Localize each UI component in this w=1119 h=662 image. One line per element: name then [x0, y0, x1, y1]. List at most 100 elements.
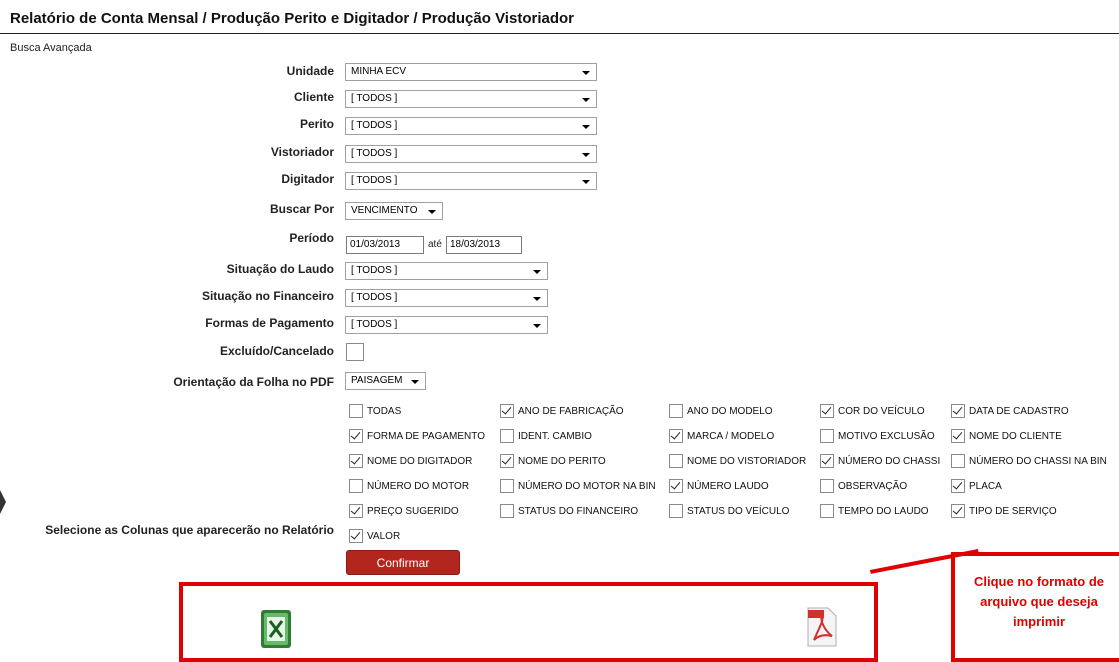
column-option-label: NOME DO VISTORIADOR [687, 456, 807, 467]
column-option-label: ANO DO MODELO [687, 406, 773, 417]
column-option-label: VALOR [367, 531, 401, 542]
confirm-button[interactable]: Confirmar [346, 550, 460, 575]
column-checkbox[interactable] [500, 429, 514, 443]
column-option-label: PREÇO SUGERIDO [367, 506, 459, 517]
excel-file-icon[interactable] [260, 609, 292, 649]
vistoriador-select[interactable]: [ TODOS ] [345, 145, 597, 163]
column-checkbox[interactable] [951, 429, 965, 443]
column-option-label: COR DO VEÍCULO [838, 406, 925, 417]
chevron-down-icon [428, 210, 436, 214]
column-option-label: TEMPO DO LAUDO [838, 506, 929, 517]
column-checkbox[interactable] [669, 429, 683, 443]
column-checkbox[interactable] [951, 404, 965, 418]
situacao-laudo-value: [ TODOS ] [351, 265, 398, 276]
column-checkbox[interactable] [951, 479, 965, 493]
column-checkbox[interactable] [669, 454, 683, 468]
columns-label: Selecione as Colunas que aparecerão no R… [45, 523, 334, 537]
buscar-por-select[interactable]: VENCIMENTO [345, 202, 443, 220]
column-checkbox[interactable] [820, 504, 834, 518]
column-checkbox[interactable] [820, 429, 834, 443]
chevron-down-icon [533, 297, 541, 301]
column-checkbox[interactable] [349, 504, 363, 518]
column-checkbox[interactable] [500, 454, 514, 468]
orientacao-label: Orientação da Folha no PDF [173, 375, 334, 389]
unidade-select[interactable]: MINHA ECV [345, 63, 597, 81]
column-option-label: TIPO DE SERVIÇO [969, 506, 1057, 517]
orientacao-select[interactable]: PAISAGEM [345, 372, 426, 390]
column-option-label: NÚMERO DO MOTOR NA BIN [518, 481, 656, 492]
column-checkbox[interactable] [820, 404, 834, 418]
digitador-value: [ TODOS ] [351, 175, 398, 186]
formas-pagamento-label: Formas de Pagamento [205, 316, 334, 330]
cliente-label: Cliente [293, 90, 334, 104]
column-option-label: NÚMERO DO MOTOR [367, 481, 470, 492]
excluido-checkbox[interactable] [346, 343, 364, 361]
column-checkbox[interactable] [349, 429, 363, 443]
periodo-separator: até [428, 239, 442, 250]
column-option-label: PLACA [969, 481, 1002, 492]
column-checkbox[interactable] [820, 479, 834, 493]
column-checkbox[interactable] [349, 479, 363, 493]
pdf-file-icon[interactable] [806, 606, 838, 648]
periodo-start-input[interactable]: 01/03/2013 [346, 236, 424, 254]
chevron-down-icon [533, 324, 541, 328]
chevron-down-icon [582, 71, 590, 75]
page-title: Relatório de Conta Mensal / Produção Per… [10, 10, 574, 27]
periodo-end-input[interactable]: 18/03/2013 [446, 236, 522, 254]
vistoriador-label: Vistoriador [270, 145, 334, 159]
vistoriador-value: [ TODOS ] [351, 148, 398, 159]
buscar-por-label: Buscar Por [269, 202, 334, 216]
cliente-value: [ TODOS ] [351, 93, 398, 104]
column-option-label: NOME DO DIGITADOR [367, 456, 473, 467]
column-option-label: NOME DO CLIENTE [969, 431, 1062, 442]
column-checkbox[interactable] [349, 454, 363, 468]
column-option-label: STATUS DO FINANCEIRO [518, 506, 639, 517]
perito-select[interactable]: [ TODOS ] [345, 117, 597, 135]
situacao-laudo-label: Situação do Laudo [226, 262, 334, 276]
column-checkbox[interactable] [500, 404, 514, 418]
column-option-label: NÚMERO DO CHASSI NA BIN [969, 456, 1107, 467]
chevron-down-icon [582, 98, 590, 102]
column-option-label: MOTIVO EXCLUSÃO [838, 431, 935, 442]
column-option-label: NOME DO PERITO [518, 456, 606, 467]
column-checkbox[interactable] [669, 479, 683, 493]
cliente-select[interactable]: [ TODOS ] [345, 90, 597, 108]
left-edge-handle [0, 490, 6, 514]
chevron-down-icon [411, 380, 419, 384]
digitador-label: Digitador [281, 172, 334, 186]
chevron-down-icon [582, 125, 590, 129]
chevron-down-icon [582, 180, 590, 184]
column-checkbox[interactable] [951, 504, 965, 518]
column-option-label: TODAS [367, 406, 402, 417]
chevron-down-icon [533, 270, 541, 274]
orientacao-value: PAISAGEM [351, 375, 403, 386]
column-option-label: STATUS DO VEÍCULO [687, 506, 790, 517]
digitador-select[interactable]: [ TODOS ] [345, 172, 597, 190]
column-checkbox[interactable] [349, 529, 363, 543]
formas-pagamento-select[interactable]: [ TODOS ] [345, 316, 548, 334]
column-checkbox[interactable] [669, 504, 683, 518]
perito-value: [ TODOS ] [351, 120, 398, 131]
situacao-laudo-select[interactable]: [ TODOS ] [345, 262, 548, 280]
column-option-label: MARCA / MODELO [687, 431, 775, 442]
column-checkbox[interactable] [349, 404, 363, 418]
chevron-down-icon [582, 153, 590, 157]
column-option-label: DATA DE CADASTRO [969, 406, 1069, 417]
situacao-financeiro-select[interactable]: [ TODOS ] [345, 289, 548, 307]
advanced-search-label: Busca Avançada [10, 42, 92, 54]
column-checkbox[interactable] [951, 454, 965, 468]
unidade-label: Unidade [286, 64, 334, 78]
situacao-financeiro-label: Situação no Financeiro [201, 289, 334, 303]
perito-label: Perito [299, 117, 334, 131]
buscar-por-value: VENCIMENTO [351, 205, 418, 216]
title-divider [0, 33, 1119, 34]
column-checkbox[interactable] [669, 404, 683, 418]
column-checkbox[interactable] [500, 504, 514, 518]
periodo-label: Período [289, 231, 334, 245]
column-checkbox[interactable] [500, 479, 514, 493]
column-option-label: OBSERVAÇÃO [838, 481, 908, 492]
column-option-label: ANO DE FABRICAÇÃO [518, 406, 624, 417]
column-option-label: NÚMERO LAUDO [687, 481, 769, 492]
column-checkbox[interactable] [820, 454, 834, 468]
callout-text: Clique no formato de arquivo que deseja … [974, 574, 1104, 629]
